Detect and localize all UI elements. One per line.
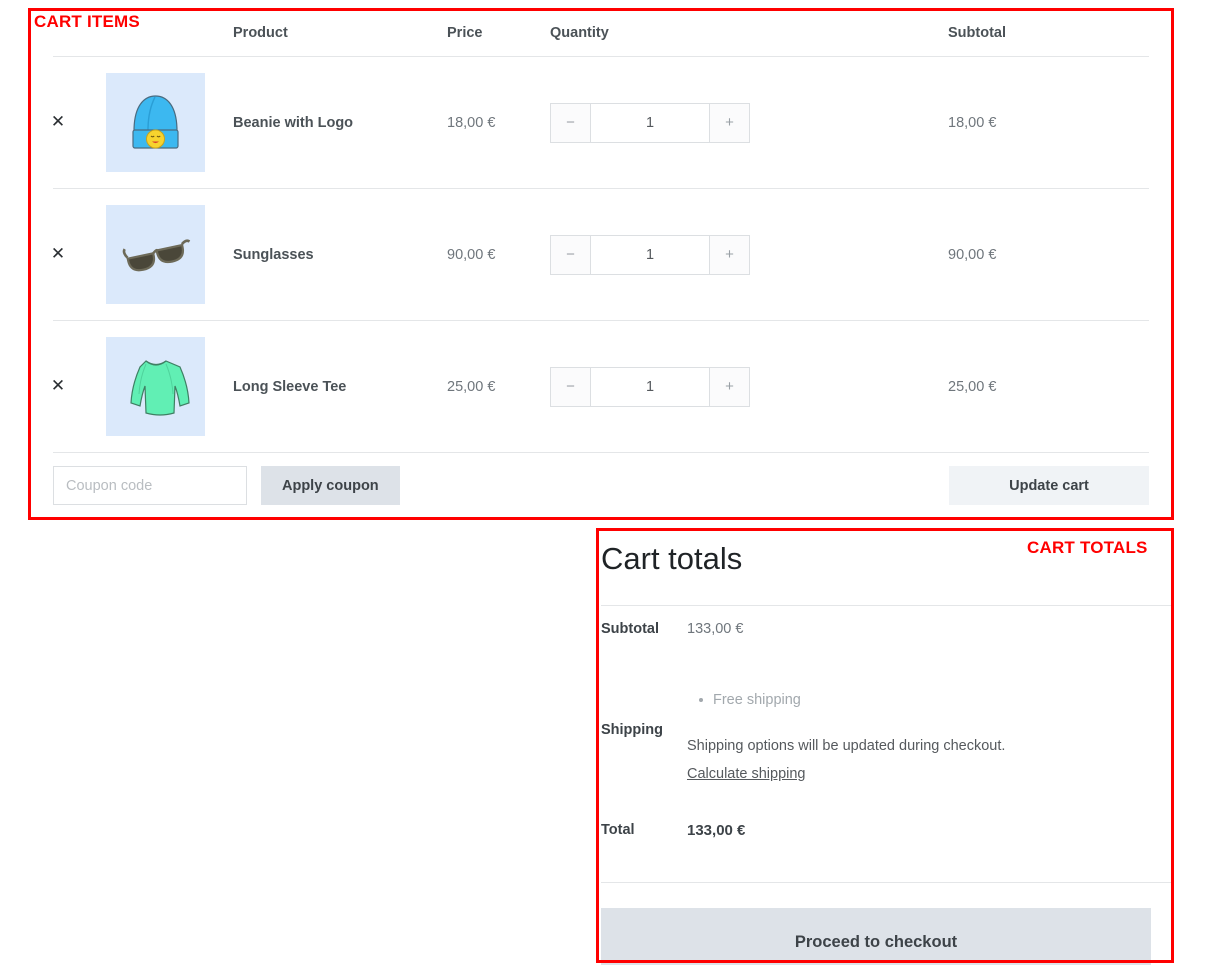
sunglasses-product-image[interactable] <box>106 205 205 304</box>
shipping-content: Free shipping Shipping options will be u… <box>687 654 1171 806</box>
quantity-input[interactable]: 1 <box>591 368 709 406</box>
total-value: 133,00 € <box>687 806 1171 854</box>
column-header-subtotal-label: Subtotal <box>948 25 1006 41</box>
column-header-price-label: Price <box>447 25 482 41</box>
remove-item-button[interactable]: ✕ <box>31 246 85 263</box>
column-header-quantity: Quantity <box>529 24 925 42</box>
long-sleeve-tee-product-image[interactable] <box>106 337 205 436</box>
total-label: Total <box>601 806 687 854</box>
table-row: ✕ Sunglasses 90,00 € − <box>31 189 1171 320</box>
product-price: 18,00 € <box>425 115 529 131</box>
totals-divider <box>601 882 1171 883</box>
quantity-stepper[interactable]: − 1 + <box>550 367 750 407</box>
quantity-input[interactable]: 1 <box>591 236 709 274</box>
remove-item-button[interactable]: ✕ <box>31 378 85 395</box>
quantity-cell: − 1 + <box>529 103 925 143</box>
annotation-label-cart-totals: CART TOTALS <box>1027 538 1148 558</box>
product-subtotal: 90,00 € <box>925 247 1171 263</box>
product-name[interactable]: Sunglasses <box>207 247 425 263</box>
cart-page: Product Price Quantity Subtotal ✕ <box>0 0 1224 965</box>
apply-coupon-button[interactable]: Apply coupon <box>261 466 400 505</box>
product-subtotal: 18,00 € <box>925 115 1171 131</box>
cart-items-table: Product Price Quantity Subtotal ✕ <box>31 11 1171 518</box>
subtotal-label: Subtotal <box>601 606 687 652</box>
shipping-label: Shipping <box>601 654 687 806</box>
product-thumbnail-cell[interactable] <box>85 337 207 436</box>
cart-totals-panel: Cart totals Subtotal 133,00 € Shipping F… <box>599 531 1171 965</box>
table-row: ✕ Long Sleeve Tee 25,00 € − 1 + 2 <box>31 321 1171 452</box>
column-header-product: Product <box>207 24 425 42</box>
table-row: ✕ Beanie with Logo 18,00 € − 1 <box>31 57 1171 188</box>
shipping-option-free[interactable]: Free shipping <box>713 690 1005 710</box>
proceed-to-checkout-button[interactable]: Proceed to checkout <box>601 908 1151 965</box>
subtotal-value: 133,00 € <box>687 606 1171 652</box>
column-header-price: Price <box>425 24 529 42</box>
total-row: Total 133,00 € <box>599 806 1171 854</box>
table-header-row: Product Price Quantity Subtotal <box>31 11 1171 56</box>
quantity-increase-button[interactable]: + <box>709 368 749 406</box>
annotation-label-cart-items: CART ITEMS <box>34 12 140 32</box>
quantity-input[interactable]: 1 <box>591 104 709 142</box>
column-header-subtotal: Subtotal <box>925 24 1171 42</box>
product-name[interactable]: Long Sleeve Tee <box>207 379 425 395</box>
quantity-cell: − 1 + <box>529 235 925 275</box>
product-name[interactable]: Beanie with Logo <box>207 115 425 131</box>
shipping-row: Shipping Free shipping Shipping options … <box>599 652 1171 806</box>
beanie-product-image[interactable] <box>106 73 205 172</box>
shipping-block: Free shipping Shipping options will be u… <box>687 672 1005 788</box>
quantity-increase-button[interactable]: + <box>709 104 749 142</box>
product-subtotal: 25,00 € <box>925 379 1171 395</box>
quantity-stepper[interactable]: − 1 + <box>550 103 750 143</box>
product-thumbnail-cell[interactable] <box>85 73 207 172</box>
shipping-note: Shipping options will be updated during … <box>687 738 1005 754</box>
shipping-options-list: Free shipping <box>689 690 1005 710</box>
update-cart-button[interactable]: Update cart <box>949 466 1149 505</box>
quantity-decrease-button[interactable]: − <box>551 104 591 142</box>
calculate-shipping-link[interactable]: Calculate shipping <box>687 766 806 782</box>
column-header-quantity-label: Quantity <box>550 25 609 41</box>
product-price: 25,00 € <box>425 379 529 395</box>
quantity-decrease-button[interactable]: − <box>551 236 591 274</box>
product-thumbnail-cell[interactable] <box>85 205 207 304</box>
quantity-stepper[interactable]: − 1 + <box>550 235 750 275</box>
remove-item-button[interactable]: ✕ <box>31 114 85 131</box>
coupon-code-input[interactable] <box>53 466 247 505</box>
quantity-decrease-button[interactable]: − <box>551 368 591 406</box>
product-price: 90,00 € <box>425 247 529 263</box>
quantity-increase-button[interactable]: + <box>709 236 749 274</box>
subtotal-row: Subtotal 133,00 € <box>599 606 1171 652</box>
column-header-product-label: Product <box>233 25 288 41</box>
coupon-row: Apply coupon Update cart <box>31 453 1171 518</box>
quantity-cell: − 1 + <box>529 367 925 407</box>
